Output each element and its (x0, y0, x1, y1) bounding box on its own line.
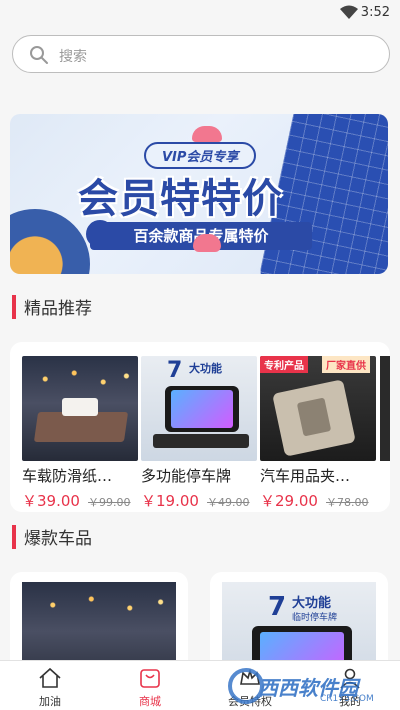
product-badge-subtext: 临时停车牌 (292, 613, 338, 623)
search-input[interactable]: 搜索 (12, 35, 390, 73)
product-badge-text: 大功能 (189, 362, 222, 375)
banner-title: 会员特特价 (78, 176, 283, 222)
wifi-icon (340, 5, 358, 19)
section-hot: 爆款车品 (12, 524, 92, 549)
search-icon (30, 46, 48, 64)
tab-label: 加油 (39, 695, 61, 708)
search-placeholder: 搜索 (59, 49, 87, 65)
tab-label: 商城 (139, 695, 161, 708)
tab-refuel[interactable]: 加油 (0, 661, 100, 710)
product-image: 专利产品 厂家直供 (260, 356, 376, 461)
product-badge-number: 7 (167, 358, 183, 383)
product-old-price: ￥78.00 (326, 496, 369, 509)
watermark-logo: 西西软件园 CR173.COM (228, 666, 388, 706)
mascot-icon (193, 234, 221, 252)
product-tag: 专利产品 (260, 356, 308, 373)
product-tag: 厂家直供 (322, 356, 370, 373)
tab-mall[interactable]: 商城 (100, 661, 200, 710)
product-card[interactable]: 7 大功能 多功能停车牌 ￥19.00 ￥49.00 (141, 356, 257, 511)
section-title: 精品推荐 (24, 299, 92, 319)
status-bar: 3:52 (0, 0, 400, 26)
product-price: ￥29.00 (260, 492, 318, 510)
product-name: 多功能停车牌 (141, 467, 232, 485)
product-name: 汽车用品夹… (260, 467, 351, 485)
featured-product-list: 车载防滑纸… ￥39.00 ￥99.00 7 大功能 多功能停车牌 ￥19.00… (10, 342, 390, 512)
vip-banner[interactable]: VIP会员专享 会员特特价 百余款商品专属特价 (10, 114, 388, 274)
mascot-icon (192, 126, 222, 142)
status-time: 3:52 (360, 5, 390, 20)
product-card-peek (380, 356, 390, 461)
product-price: ￥19.00 (141, 492, 199, 510)
product-card[interactable]: 车载防滑纸… ￥39.00 ￥99.00 (22, 356, 138, 511)
watermark-url: CR173.COM (320, 694, 374, 704)
product-card[interactable]: 专利产品 厂家直供 汽车用品夹… ￥29.00 ￥78.00 (260, 356, 376, 511)
shop-bag-icon (140, 669, 160, 688)
product-image (22, 356, 138, 461)
section-title: 爆款车品 (24, 529, 92, 549)
section-featured: 精品推荐 (12, 294, 92, 319)
product-badge-text: 大功能 (292, 596, 332, 611)
product-image: 7 大功能 (141, 356, 257, 461)
product-price: ￥39.00 (22, 492, 80, 510)
product-old-price: ￥99.00 (88, 496, 131, 509)
product-name: 车载防滑纸… (22, 467, 113, 485)
banner-vip-label: VIP会员专享 (144, 142, 257, 169)
product-badge-number: 7 (268, 592, 287, 622)
section-accent-bar (12, 524, 16, 549)
section-accent-bar (12, 294, 16, 319)
product-old-price: ￥49.00 (207, 496, 250, 509)
home-icon (39, 667, 61, 688)
